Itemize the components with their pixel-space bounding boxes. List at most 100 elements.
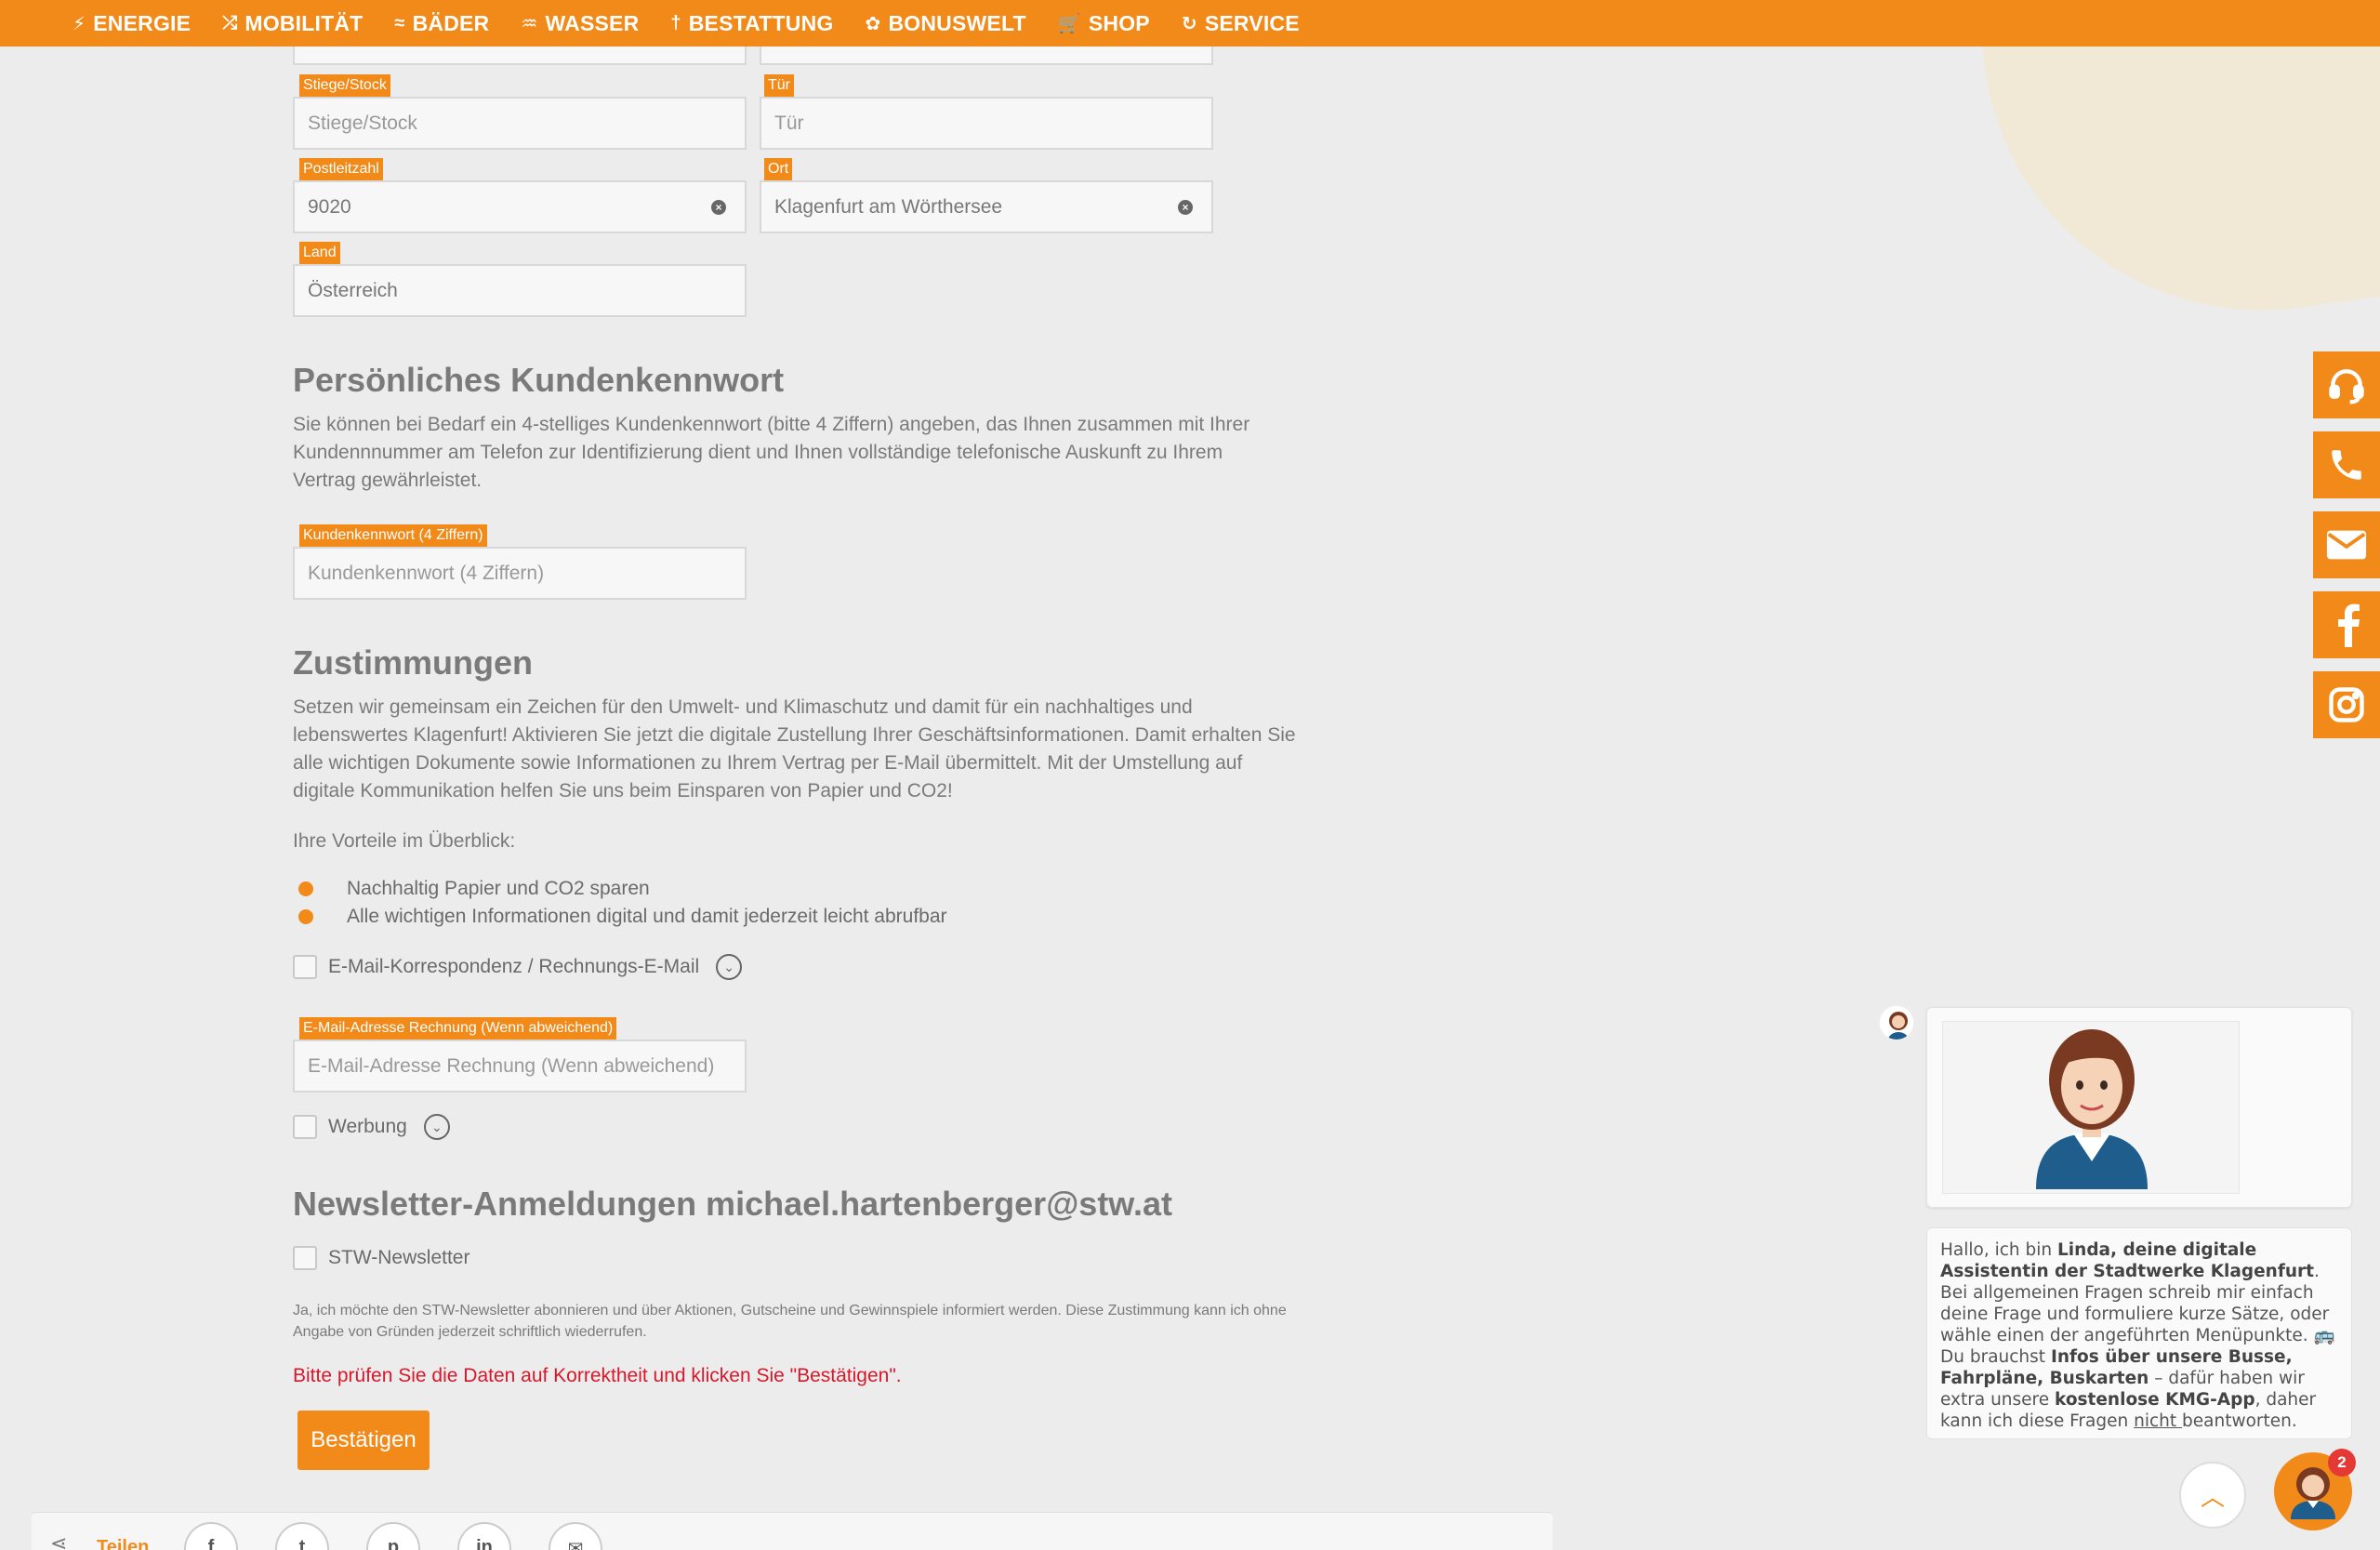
plz-input[interactable]: 9020 × [293,180,747,233]
support-button[interactable] [2313,351,2380,418]
notification-badge: 2 [2328,1449,2356,1477]
decorative-blob [1959,0,2380,347]
nav-item-wasser[interactable]: ♒ WASSER [521,11,639,36]
newsletter-label[interactable]: STW-Newsletter [328,1247,469,1269]
linkedin-share-button[interactable]: in [457,1522,511,1550]
plz-label: Postleitzahl [299,158,383,180]
nav-icon: ⚡ [73,13,86,34]
password-input[interactable]: Kundenkennwort (4 Ziffern) [293,547,747,600]
email-invoice-placeholder: E-Mail-Adresse Rechnung (Wenn abweichend… [308,1054,715,1077]
ads-consent-row: Werbung ⌄ [293,1114,450,1140]
newsletter-row: STW-Newsletter [293,1246,469,1270]
nav-icon: ↻ [1181,13,1197,34]
tuer-input[interactable]: Tür [760,97,1213,150]
email-consent-checkbox[interactable] [293,955,317,979]
assistant-message: Hallo, ich bin Linda, deine digitale Ass… [1926,1227,2352,1439]
tuer-placeholder: Tür [774,112,804,134]
facebook-button[interactable] [2313,591,2380,658]
nav-item-shop[interactable]: 🛒 SHOP [1058,11,1150,36]
email-share-button[interactable]: ✉ [549,1522,602,1550]
land-label: Land [299,242,340,264]
chevron-down-icon[interactable]: ⌄ [716,954,743,980]
land-value: Österreich [308,279,398,301]
newsletter-disclaimer: Ja, ich möchte den STW-Newsletter abonni… [293,1303,1287,1340]
stiege-label: Stiege/Stock [299,74,390,97]
stiege-placeholder: Stiege/Stock [308,112,417,134]
chevron-down-icon[interactable]: ⌄ [423,1114,450,1140]
msg-part: beantworten. [2182,1411,2297,1431]
mail-button[interactable] [2313,511,2380,578]
password-heading: Persönliches Kundenkennwort [293,361,785,399]
land-input[interactable]: Österreich [293,264,747,317]
nav-icon: ⤮ [222,12,238,33]
assistant-card [1926,1007,2352,1208]
phone-button[interactable] [2313,431,2380,498]
nav-icon: ✿ [865,13,881,34]
facebook-share-button[interactable]: f [184,1522,238,1550]
advantages-intro: Ihre Vorteile im Überblick: [293,830,516,852]
nav-item-service[interactable]: ↻ SERVICE [1182,11,1300,36]
advantage-item: Nachhaltig Papier und CO2 sparen [293,878,650,900]
error-message: Bitte prüfen Sie die Daten auf Korrekthe… [293,1365,902,1386]
nav-icon: † [670,12,681,33]
headset-icon [2329,369,2364,404]
nav-item-bonuswelt[interactable]: ✿ BONUSWELT [865,11,1025,36]
email-invoice-input[interactable]: E-Mail-Adresse Rechnung (Wenn abweichend… [293,1040,747,1093]
scroll-to-top-button[interactable]: ︿ [2179,1462,2246,1529]
advantage-item: Alle wichtigen Informationen digital und… [293,906,947,928]
ort-label: Ort [764,158,793,180]
nav-label: BESTATTUNG [688,10,834,35]
bullet-icon [298,909,313,924]
page: ⚡ ENERGIE ⤮ MOBILITÄT ≈ BÄDER ♒ WASSER † BESTATTU… [0,0,2380,1550]
nav-label: ENERGIE [93,10,192,35]
instagram-button[interactable] [2313,671,2380,738]
msg-bold: kostenlose KMG-App [2055,1390,2255,1410]
assistant-image-frame [1942,1021,2240,1194]
chat-launcher-button[interactable]: 2 [2274,1449,2356,1530]
consent-heading: Zustimmungen [293,643,533,682]
msg-name: Linda [2057,1240,2111,1260]
bullet-icon [298,881,313,896]
stiege-input[interactable]: Stiege/Stock [293,97,747,150]
nav-label: BONUSWELT [888,10,1026,35]
msg-underline: nicht [2134,1411,2183,1431]
nav-item-bestattung[interactable]: † BESTATTUNG [670,11,833,36]
nav-icon: ≈ [394,12,405,33]
twitter-share-button[interactable]: t [275,1522,329,1550]
nav-label: SERVICE [1204,10,1300,35]
assistant-illustration [2036,1029,2148,1189]
email-consent-label[interactable]: E-Mail-Korrespondenz / Rechnungs-E-Mail [328,956,699,978]
nav-label: SHOP [1088,10,1150,35]
nav-icon: 🛒 [1057,13,1081,34]
share-label: Teilen [97,1537,150,1550]
share-icon: ⋖ [50,1531,68,1550]
nav-item-mobilität[interactable]: ⤮ MOBILITÄT [222,11,363,36]
newsletter-checkbox[interactable] [293,1246,317,1270]
nav-item-bäder[interactable]: ≈ BÄDER [394,11,489,36]
password-placeholder: Kundenkennwort (4 Ziffern) [308,562,545,584]
nav-label: MOBILITÄT [245,10,364,35]
ort-value: Klagenfurt am Wörthersee [774,195,1003,218]
clear-icon[interactable]: × [711,199,726,215]
pinterest-share-button[interactable]: p [366,1522,420,1550]
advantage-text: Nachhaltig Papier und CO2 sparen [347,878,650,899]
facebook-icon [2338,603,2360,647]
mail-icon [2326,530,2367,560]
consent-text: Setzen wir gemeinsam ein Zeichen für den… [293,696,1296,801]
msg-part: Hallo, ich bin [1940,1240,2058,1260]
tuer-label: Tür [764,74,794,97]
phone-icon [2332,450,2361,480]
ort-input[interactable]: Klagenfurt am Wörthersee × [760,180,1213,233]
password-text: Sie können bei Bedarf ein 4-stelliges Ku… [293,414,1250,491]
ads-consent-checkbox[interactable] [293,1115,317,1139]
share-bar: ⋖ Teilen f t p in ✉ [32,1512,1553,1550]
nav-label: WASSER [545,10,640,35]
assistant-avatar-small [1878,1004,1915,1041]
nav-item-energie[interactable]: ⚡ ENERGIE [73,11,191,36]
confirm-button[interactable]: Bestätigen [298,1411,430,1470]
instagram-icon [2329,687,2364,722]
clear-icon[interactable]: × [1178,199,1193,215]
ads-consent-label[interactable]: Werbung [328,1116,407,1138]
assistant-avatar-icon [1887,1012,1910,1040]
password-label: Kundenkennwort (4 Ziffern) [299,524,487,547]
